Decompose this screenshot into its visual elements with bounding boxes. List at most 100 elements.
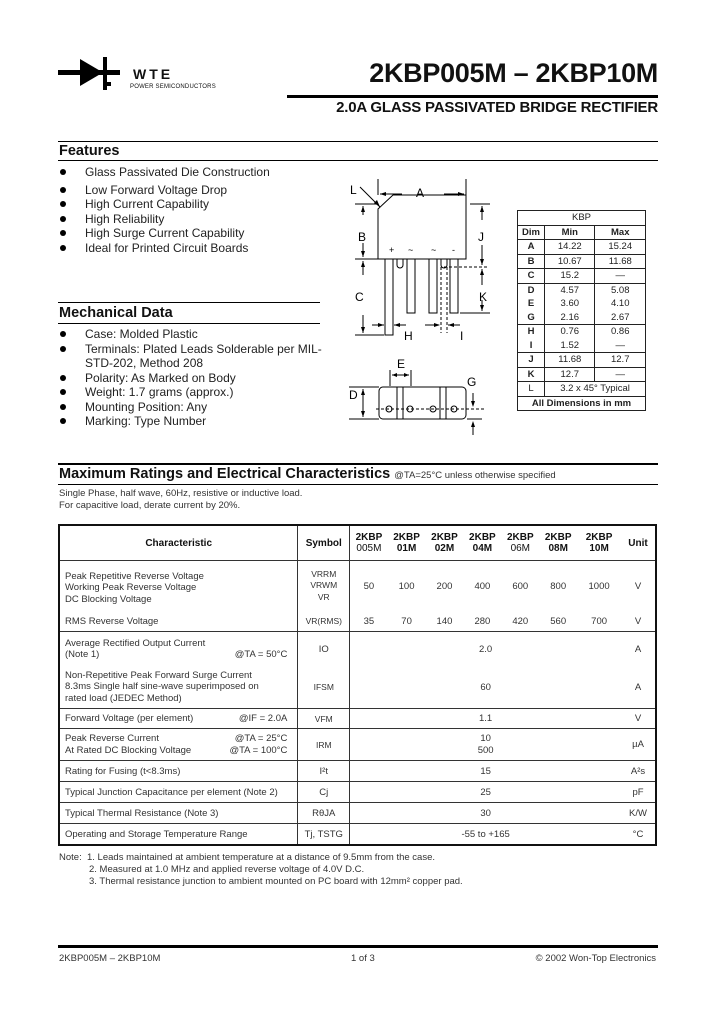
dimensions-table: KBP Dim Min Max A 14.22 15.24 B 10.67 11.68 C 1… — [516, 210, 646, 411]
dim-min: 11.68 — [544, 352, 596, 368]
dim-code: D — [516, 282, 546, 297]
footer-divider — [58, 945, 658, 948]
dim-min: 10.67 — [544, 253, 596, 269]
footer-page-number: 1 of 3 — [351, 953, 375, 964]
dim-row-K: K 12.7— — [516, 366, 646, 382]
dim-min: 14.22 — [544, 239, 596, 255]
footer-part-range: 2KBP005M – 2KBP10M — [59, 953, 161, 964]
feature-item: Glass Passivated Die Construction — [58, 165, 338, 180]
ratings-note-1: Single Phase, half wave, 60Hz, resistive… — [59, 488, 303, 499]
col-part: 2KBP 10M — [577, 525, 622, 561]
dim-col-header: Min — [544, 224, 596, 240]
dim-row-A: A 14.22 15.24 — [516, 239, 646, 255]
row-output-current: Average Rectified Output Current (Note 1… — [58, 631, 657, 666]
col-part: 2KBP 08M — [539, 525, 578, 561]
row-junction-capacitance: Typical Junction Capacitance per element… — [58, 781, 657, 803]
dim-label-H: H — [404, 329, 413, 343]
feature-item: High Reliability — [58, 212, 338, 227]
row-forward-voltage: Forward Voltage (per element) @IF = 2.0A … — [58, 708, 657, 729]
pin-mark-ac: ~ — [431, 245, 436, 255]
row-fusing-rating: Rating for Fusing (t<8.3ms) I²t 15 A²s — [58, 760, 657, 782]
dim-row-L-value: 3.2 x 45° Typical — [544, 381, 646, 397]
dim-max: 15.24 — [594, 239, 646, 255]
logo-tagline: POWER SEMICONDUCTORS — [130, 84, 216, 90]
dim-code: J — [516, 352, 546, 368]
dim-col-header: Dim — [516, 224, 546, 240]
dim-code: C — [516, 268, 546, 284]
feature-item: Ideal for Printed Circuit Boards — [58, 241, 338, 256]
dim-code: K — [516, 366, 546, 382]
dim-min: 3.60 — [544, 297, 596, 311]
feature-item: Low Forward Voltage Drop — [58, 183, 338, 198]
row-reverse-current: Peak Reverse Current @TA = 25°C At Rated … — [58, 728, 657, 761]
ratings-note-2: For capacitive load, derate current by 2… — [59, 500, 241, 511]
mechanical-top-rule — [58, 302, 320, 303]
dim-max: 4.10 — [594, 297, 646, 311]
mechanical-item: Polarity: As Marked on Body — [58, 371, 328, 386]
ratings-header-row: Characteristic Symbol 2KBP 005M 2KBP 01M 2… — [58, 525, 657, 561]
dim-row-J: J 11.68 12.7 — [516, 352, 646, 368]
row-rms-voltage: RMS Reverse Voltage VR(RMS) 35 70 140 28… — [58, 611, 657, 632]
col-part: 2KBP 04M — [463, 525, 502, 561]
dim-row-E: E 3.60 4.10 — [516, 297, 646, 311]
dim-max: 11.68 — [594, 253, 646, 269]
dim-min: 0.76 — [544, 324, 596, 339]
dim-min: 1.52 — [544, 338, 596, 353]
package-outline-diagram: L A B J C K H I E D G + ~ ~ - — [349, 179, 490, 435]
dim-label-J: J — [478, 230, 484, 244]
dim-label-K: K — [479, 290, 487, 304]
dim-label-G: G — [467, 375, 476, 389]
dim-max: — — [594, 268, 646, 284]
notes-label: Note: — [59, 852, 82, 863]
features-list: Glass Passivated Die Construction Low Fo… — [58, 165, 338, 255]
col-part: 2KBP 02M — [425, 525, 464, 561]
feature-item: High Current Capability — [58, 197, 338, 212]
ratings-condition: @TA=25°C unless otherwise specified — [394, 470, 556, 481]
feature-item: High Surge Current Capability — [58, 226, 338, 241]
dim-table-package: KBP — [517, 210, 646, 226]
dim-row-D: D 4.57 5.08 — [516, 282, 646, 297]
mechanical-item: Terminals: Plated Leads Solderable per M… — [58, 342, 328, 371]
dim-min: 4.57 — [544, 282, 596, 297]
dim-row-H: H 0.76 0.86 — [516, 324, 646, 339]
row-temperature-range: Operating and Storage Temperature Range … — [58, 823, 657, 845]
features-heading: Features — [59, 143, 120, 159]
title-divider — [287, 95, 658, 98]
wte-logo: WTE POWER SEMICONDUCTORS — [58, 55, 218, 95]
ratings-heading-text: Maximum Ratings and Electrical Character… — [59, 466, 391, 482]
col-part: 2KBP 06M — [501, 525, 540, 561]
col-symbol: Symbol — [297, 525, 351, 561]
dim-label-D: D — [349, 388, 358, 402]
dim-col-header: Max — [594, 224, 646, 240]
footer-copyright: © 2002 Won-Top Electronics — [535, 953, 656, 964]
row-surge-current: Non-Repetitive Peak Forward Surge Curren… — [58, 666, 657, 709]
mechanical-item: Mounting Position: Any — [58, 400, 328, 415]
note-item: 3. Thermal resistance junction to ambien… — [89, 876, 463, 887]
mechanical-bottom-rule — [58, 323, 320, 324]
dim-max: — — [594, 366, 646, 382]
dim-code: H — [516, 324, 546, 339]
note-item: 1. Leads maintained at ambient temperatu… — [87, 852, 435, 863]
dim-row-B: B 10.67 11.68 — [516, 253, 646, 269]
dim-max: 12.7 — [594, 352, 646, 368]
notes: Note: 1. Leads maintained at ambient tem… — [59, 852, 463, 888]
dim-code: B — [516, 253, 546, 269]
dim-code: A — [516, 239, 546, 255]
dim-max: 5.08 — [594, 282, 646, 297]
col-part: 2KBP 01M — [387, 525, 426, 561]
col-unit: Unit — [621, 525, 657, 561]
ratings-table: Characteristic Symbol 2KBP 005M 2KBP 01M 2… — [58, 524, 657, 846]
note-item: 2. Measured at 1.0 MHz and applied rever… — [89, 864, 365, 875]
dim-row-I: I 1.52— — [516, 338, 646, 353]
dim-label-L: L — [350, 183, 357, 197]
row-thermal-resistance: Typical Thermal Resistance (Note 3) RθJA… — [58, 802, 657, 824]
dim-table-footer: All Dimensions in mm — [517, 395, 646, 411]
dim-row-G: G 2.16 2.67 — [516, 310, 646, 325]
ratings-top-rule — [58, 463, 658, 465]
dim-row-L-label: L — [516, 381, 546, 397]
dim-label-E: E — [397, 357, 405, 371]
dim-max: 2.67 — [594, 310, 646, 325]
dim-max: 0.86 — [594, 324, 646, 339]
dim-row-C: C 15.2— — [516, 268, 646, 284]
dim-label-A: A — [416, 186, 424, 200]
